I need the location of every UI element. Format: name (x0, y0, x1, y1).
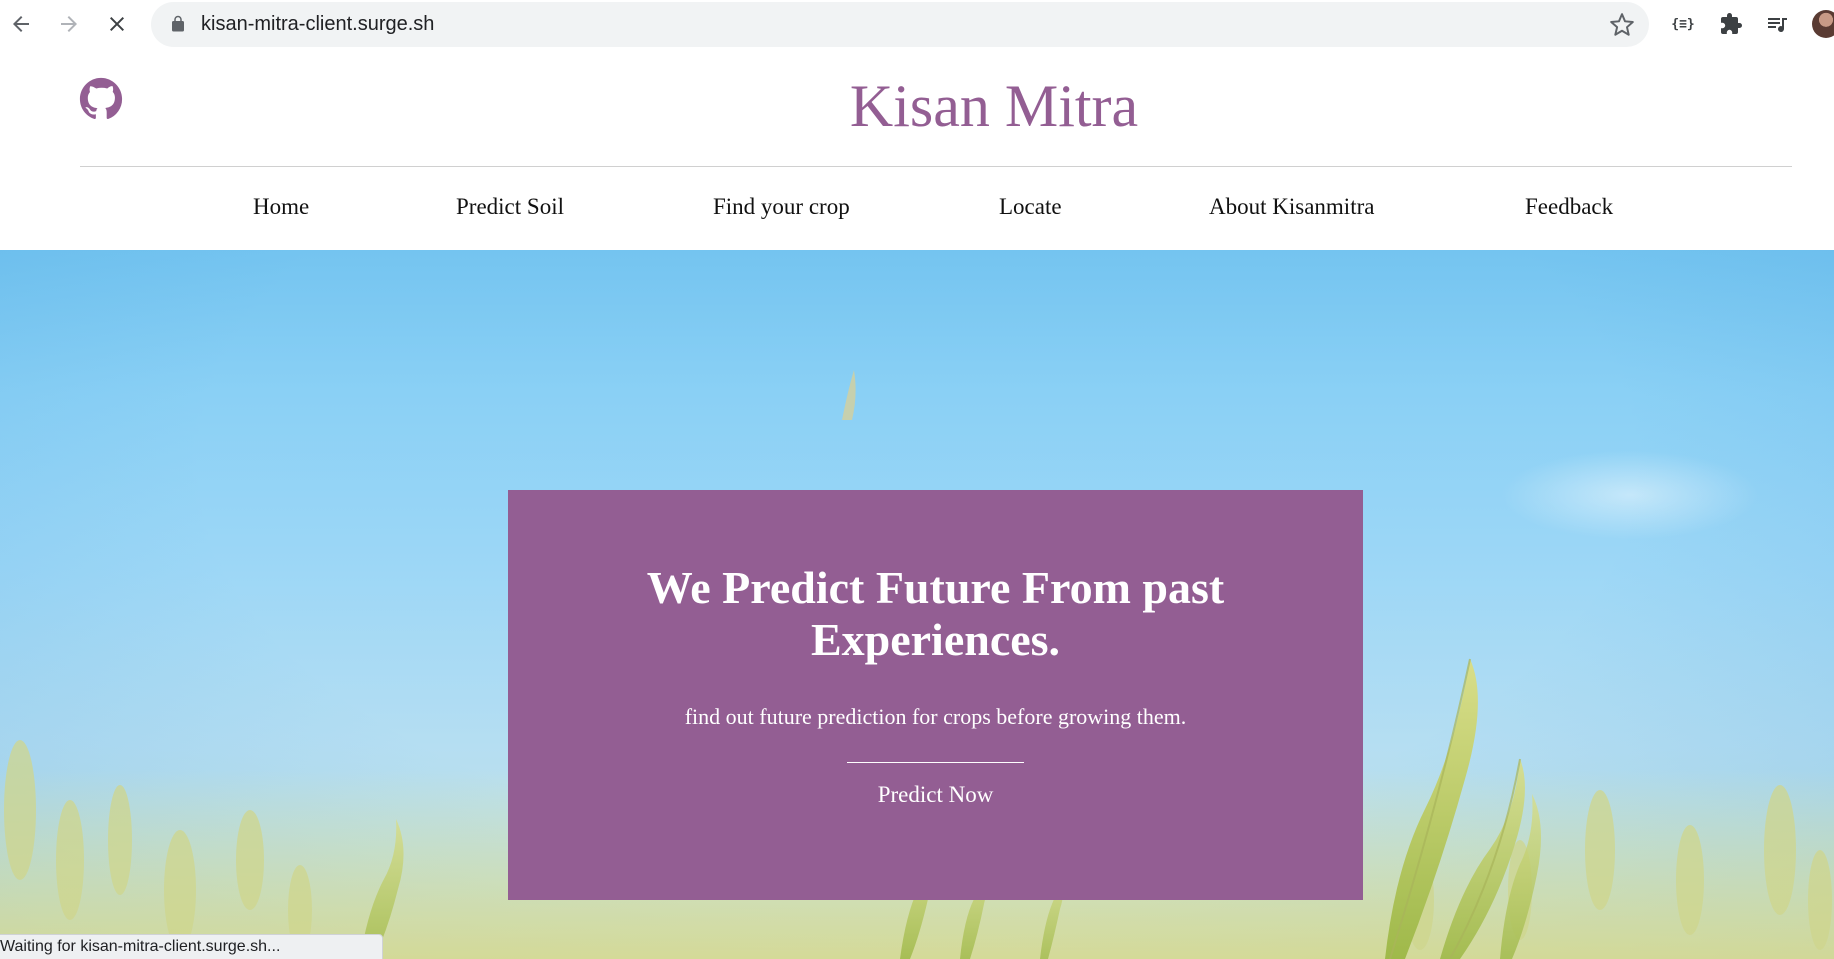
extensions-puzzle-icon[interactable] (1716, 9, 1746, 39)
hero-section: We Predict Future From past Experiences.… (0, 250, 1834, 959)
predict-now-button[interactable]: Predict Now (508, 782, 1363, 808)
hero-title: We Predict Future From past Experiences. (646, 562, 1225, 665)
header-divider (80, 166, 1792, 167)
nav-feedback[interactable]: Feedback (1525, 194, 1613, 220)
site-header: Kisan Mitra Home Predict Soil Find your … (0, 50, 1834, 250)
profile-avatar[interactable] (1812, 10, 1834, 38)
loading-status-bubble: Waiting for kisan-mitra-client.surge.sh.… (0, 934, 383, 959)
address-bar[interactable]: kisan-mitra-client.surge.sh (151, 2, 1649, 47)
main-nav: Home Predict Soil Find your crop Locate … (0, 194, 1834, 234)
nav-home[interactable]: Home (253, 194, 309, 220)
hero-divider (847, 762, 1024, 763)
nav-locate[interactable]: Locate (999, 194, 1062, 220)
lock-icon[interactable] (169, 15, 187, 33)
nav-predict-soil[interactable]: Predict Soil (456, 194, 564, 220)
bookmark-star-icon[interactable] (1609, 12, 1635, 38)
forward-arrow-icon[interactable] (51, 6, 87, 42)
nav-find-your-crop[interactable]: Find your crop (713, 194, 850, 220)
hero-subtitle: find out future prediction for crops bef… (684, 704, 1187, 729)
media-queue-icon[interactable] (1762, 9, 1792, 39)
stop-loading-icon[interactable] (99, 6, 135, 42)
browser-toolbar: kisan-mitra-client.surge.sh {≡} (0, 0, 1834, 50)
back-arrow-icon[interactable] (3, 6, 39, 42)
url-text[interactable]: kisan-mitra-client.surge.sh (201, 13, 434, 36)
json-viewer-extension-icon[interactable]: {≡} (1668, 9, 1698, 39)
nav-about-kisanmitra[interactable]: About Kisanmitra (1209, 194, 1374, 220)
site-title[interactable]: Kisan Mitra (0, 72, 1834, 141)
hero-card: We Predict Future From past Experiences.… (508, 490, 1363, 900)
